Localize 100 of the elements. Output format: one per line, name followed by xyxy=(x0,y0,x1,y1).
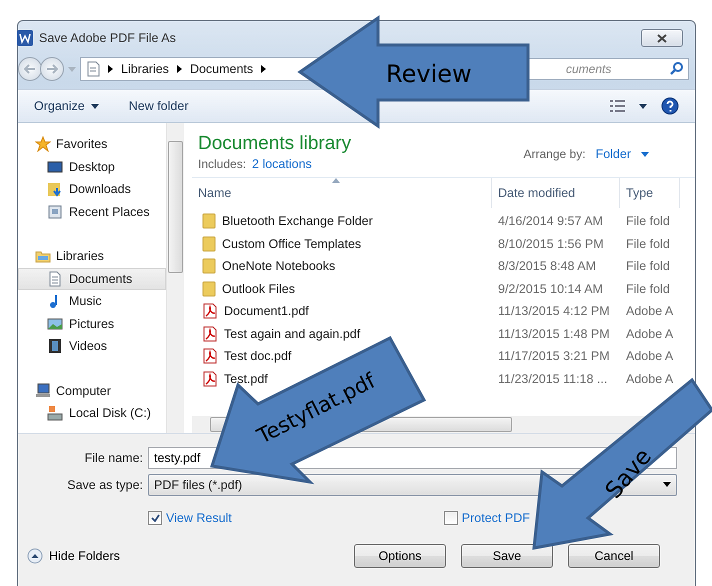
sidebar-item-label: Downloads xyxy=(69,182,131,196)
file-name-cell[interactable]: Test doc.pdf xyxy=(192,345,492,368)
column-header[interactable]: Type xyxy=(620,178,680,208)
sidebar-item[interactable]: Desktop xyxy=(18,156,166,178)
list-view-icon xyxy=(610,100,625,112)
sidebar-item-label: Music xyxy=(69,294,102,308)
type-cell-text: File fold xyxy=(625,236,671,253)
sidebar-item[interactable]: Videos xyxy=(18,335,166,358)
date-cell-text: 11/13/2015 4:12 PM xyxy=(497,303,611,320)
option-checkbox[interactable]: View Result xyxy=(148,511,232,525)
file-name-cell[interactable]: Bluetooth Exchange Folder xyxy=(192,210,492,232)
sidebar-group-label: Libraries xyxy=(56,249,104,264)
breadcrumb-item[interactable]: Documents xyxy=(190,62,254,76)
breadcrumb-item[interactable]: Libraries xyxy=(121,62,169,76)
file-name: Test again and again.pdf xyxy=(224,326,360,341)
folder-icon xyxy=(202,258,216,274)
window-title: Save Adobe PDF File As xyxy=(39,31,176,45)
column-header[interactable]: Date modified xyxy=(492,178,620,208)
sidebar-group-label: Favorites xyxy=(56,137,108,152)
file-name-cell[interactable]: OneNote Notebooks xyxy=(192,255,492,278)
column-header[interactable]: Name xyxy=(192,178,492,208)
date-cell-text: 11/23/2015 11:18 ... xyxy=(497,370,608,388)
vertical-scrollbar[interactable] xyxy=(166,123,184,433)
dialog-button[interactable]: Options xyxy=(354,544,446,568)
sidebar-group[interactable]: Libraries xyxy=(18,245,166,268)
check-icon xyxy=(150,514,160,522)
includes-label: Includes: xyxy=(198,157,246,171)
document-icon xyxy=(87,61,100,77)
search-icon xyxy=(670,62,683,75)
caret-icon xyxy=(663,482,671,487)
chevron-right-icon xyxy=(261,65,266,73)
folder-icon xyxy=(202,236,216,252)
save-type-label: Save as type: xyxy=(66,478,143,492)
date-cell-text: 11/13/2015 1:48 PM xyxy=(497,326,611,343)
file-name: Outlook Files xyxy=(222,282,295,296)
type-cell-text: File fold xyxy=(625,258,671,276)
view-options-button[interactable] xyxy=(610,100,625,112)
file-name-cell[interactable]: Test again and again.pdf xyxy=(192,322,492,345)
sidebar-item-label: Desktop xyxy=(69,160,115,174)
arrange-by-dropdown[interactable]: Folder xyxy=(596,147,631,161)
sidebar-item[interactable]: Pictures xyxy=(18,312,166,335)
sidebar-item[interactable]: Recent Places xyxy=(18,200,166,223)
file-name: Document1.pdf xyxy=(224,304,309,318)
date-cell-text: 4/16/2014 9:57 AM xyxy=(497,213,604,230)
date-cell-text: 11/17/2015 3:21 PM xyxy=(497,348,611,366)
date-cell-text: 8/10/2015 1:56 PM xyxy=(497,236,605,253)
locations-link[interactable]: 2 locations xyxy=(252,157,312,171)
dialog-button[interactable]: Cancel xyxy=(568,544,660,568)
download-folder-icon xyxy=(47,181,63,198)
type-cell-text: Adobe A xyxy=(625,303,674,320)
close-button[interactable] xyxy=(641,29,683,47)
sidebar-item-label: Documents xyxy=(69,272,132,286)
sidebar-item[interactable]: Downloads xyxy=(18,178,166,200)
file-name: Bluetooth Exchange Folder xyxy=(222,214,373,228)
monitor-icon xyxy=(47,158,63,175)
chevron-right-icon xyxy=(108,65,113,73)
pdf-file-icon xyxy=(202,303,218,320)
file-name-cell[interactable]: Custom Office Templates xyxy=(192,232,492,255)
toolbar-button[interactable]: Organize xyxy=(34,99,99,113)
sidebar-item-label: Local Disk (C:) xyxy=(69,406,151,420)
help-icon xyxy=(661,97,679,115)
sidebar-item-label: Videos xyxy=(69,339,107,354)
pdf-file-icon xyxy=(202,348,218,364)
computer-icon xyxy=(35,382,51,399)
type-cell-text: File fold xyxy=(625,213,671,230)
option-checkbox[interactable]: Protect PDF xyxy=(444,511,530,525)
file-name: Test doc.pdf xyxy=(224,349,292,364)
type-cell-text: File fold xyxy=(625,280,671,298)
chevron-right-icon xyxy=(176,65,182,73)
dialog-button[interactable]: Save xyxy=(461,544,553,568)
sidebar-group[interactable]: Favorites xyxy=(18,133,166,156)
picture-icon xyxy=(47,316,63,332)
film-icon xyxy=(47,338,63,354)
file-name: OneNote Notebooks xyxy=(222,259,336,274)
checkbox[interactable] xyxy=(148,511,162,525)
back-arrow-icon xyxy=(24,64,36,74)
caret-icon xyxy=(641,152,649,156)
pdf-file-icon xyxy=(202,370,218,387)
sidebar-item[interactable]: Documents xyxy=(18,268,166,290)
word-app-icon xyxy=(17,30,33,46)
sidebar-item[interactable]: Local Disk (C:) xyxy=(18,402,166,424)
file-name-label: File name: xyxy=(84,450,143,464)
folder-icon xyxy=(202,213,216,230)
checkbox[interactable] xyxy=(444,511,458,525)
file-name-cell[interactable]: Outlook Files xyxy=(192,278,492,300)
disk-drive-icon xyxy=(47,405,63,422)
help-button[interactable] xyxy=(661,97,679,115)
sidebar-group[interactable]: Computer xyxy=(18,380,166,402)
toolbar-button[interactable]: New folder xyxy=(128,99,188,113)
arrange-by-label: Arrange by: xyxy=(524,147,586,161)
document-icon xyxy=(47,270,63,287)
caret-icon xyxy=(639,104,647,108)
file-name-cell[interactable]: Document1.pdf xyxy=(192,300,492,322)
sidebar-item[interactable]: Music xyxy=(18,290,166,312)
star-icon xyxy=(35,136,51,152)
hide-folders-button[interactable]: Hide Folders xyxy=(27,548,120,564)
date-cell-text: 9/2/2015 10:14 AM xyxy=(497,280,604,298)
close-icon xyxy=(657,34,667,42)
folder-icon xyxy=(202,280,216,297)
type-cell-text: Adobe A xyxy=(625,326,674,343)
